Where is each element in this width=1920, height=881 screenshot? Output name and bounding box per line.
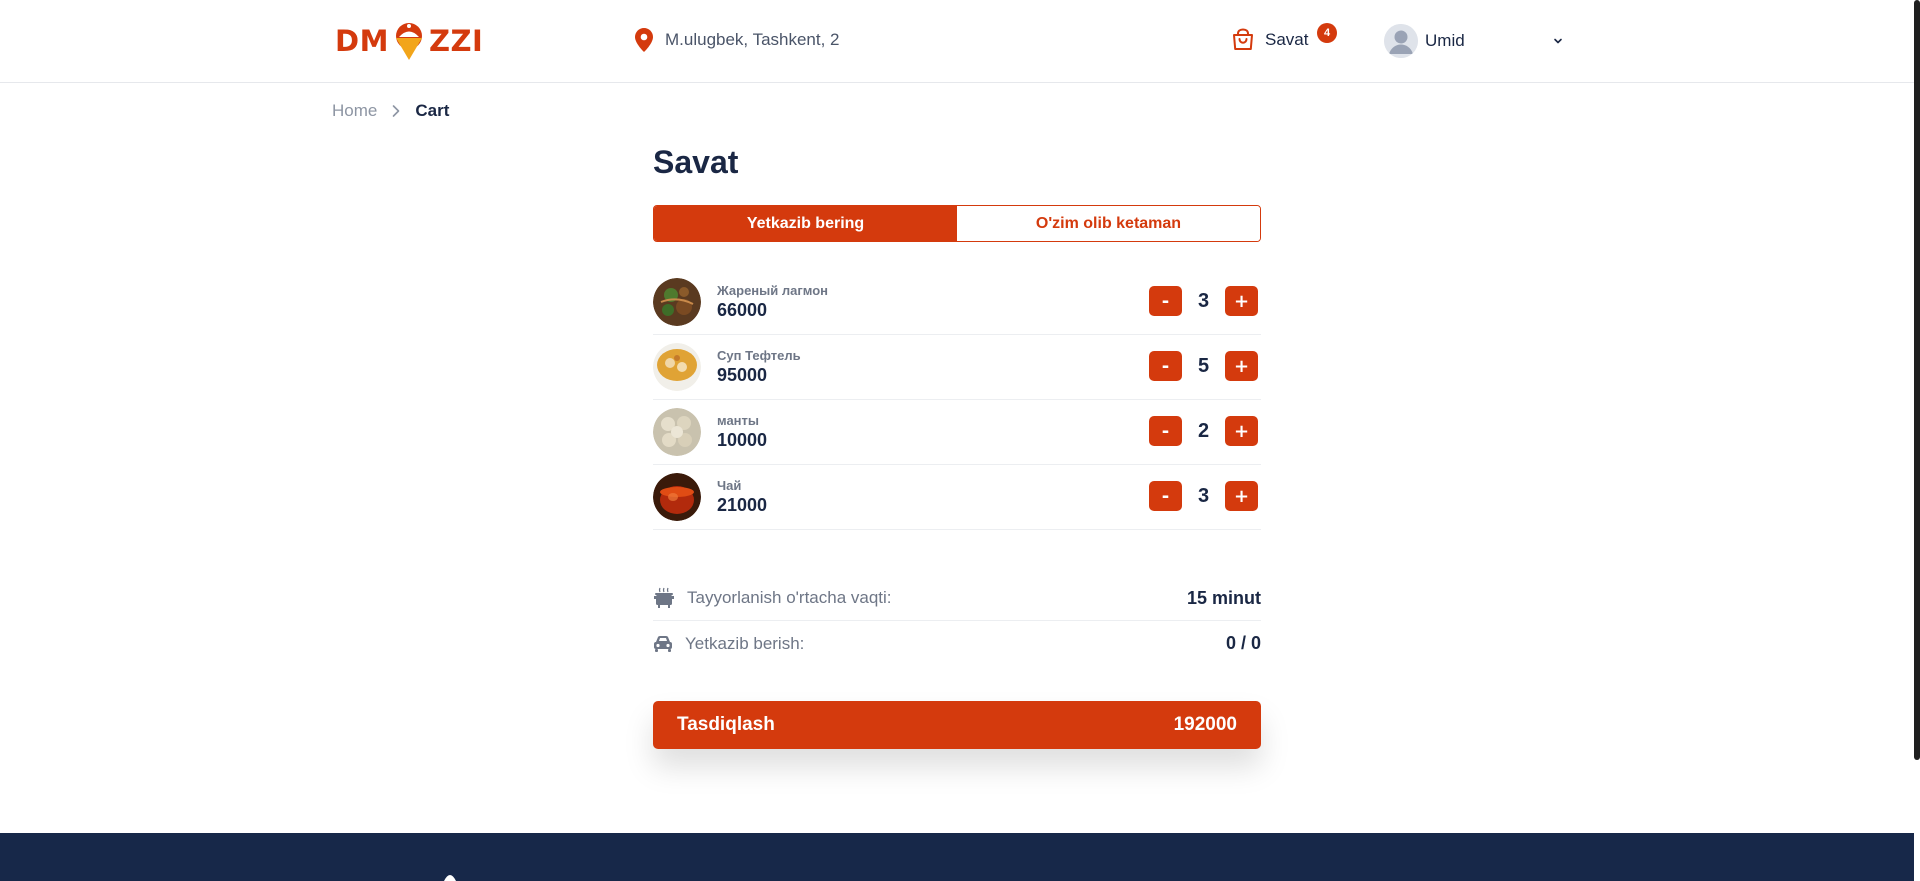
decrease-button[interactable]: - bbox=[1149, 351, 1182, 381]
confirm-label: Tasdiqlash bbox=[677, 714, 775, 735]
page-scrollbar[interactable] bbox=[1914, 0, 1920, 760]
item-price: 10000 bbox=[717, 430, 768, 450]
location-pin-icon bbox=[635, 28, 653, 52]
quantity-stepper: - 3 + bbox=[1149, 481, 1258, 511]
quantity-stepper: - 3 + bbox=[1149, 286, 1258, 316]
footer bbox=[0, 833, 1914, 881]
cart-link[interactable]: Savat 4 bbox=[1231, 23, 1337, 52]
cart-main: Savat Yetkazib bering O'zim olib ketaman… bbox=[653, 142, 1261, 749]
item-price: 66000 bbox=[717, 300, 768, 320]
delivery-tabs: Yetkazib bering O'zim olib ketaman bbox=[653, 205, 1261, 242]
item-price: 21000 bbox=[717, 495, 768, 515]
logo-pin-icon bbox=[395, 23, 422, 60]
decrease-button[interactable]: - bbox=[1149, 481, 1182, 511]
quantity-stepper: - 2 + bbox=[1149, 416, 1258, 446]
increase-button[interactable]: + bbox=[1225, 416, 1258, 446]
avatar bbox=[1384, 24, 1418, 58]
increase-button[interactable]: + bbox=[1225, 351, 1258, 381]
tab-pickup[interactable]: O'zim olib ketaman bbox=[957, 206, 1260, 241]
cart-item: Жареный лагмон 66000 - 3 + bbox=[653, 270, 1261, 335]
logo-text: DM ZZI bbox=[335, 20, 483, 62]
cart-count-badge: 4 bbox=[1317, 23, 1337, 43]
location-text: M.ulugbek, Tashkent, 2 bbox=[665, 30, 840, 49]
cart-item: Чай 21000 - 3 + bbox=[653, 465, 1261, 530]
logo-text-right: ZZI bbox=[428, 24, 484, 58]
chevron-right-icon bbox=[393, 105, 400, 117]
cooking-pot-icon bbox=[654, 587, 674, 608]
item-name: Жареный лагмон bbox=[717, 283, 829, 298]
user-name: Umid bbox=[1425, 31, 1465, 50]
quantity-value: 3 bbox=[1197, 289, 1210, 312]
dish-image bbox=[653, 343, 701, 391]
prep-time-label-group: Tayyorlanish o'rtacha vaqti: bbox=[653, 587, 892, 609]
item-info: Жареный лагмон 66000 bbox=[717, 283, 828, 321]
item-name: Суп Тефтель bbox=[717, 348, 801, 363]
car-icon bbox=[654, 635, 672, 652]
footer-logo-icon bbox=[444, 875, 456, 881]
item-info: манты 10000 bbox=[717, 413, 767, 451]
cart-item: манты 10000 - 2 + bbox=[653, 400, 1261, 465]
breadcrumb-home[interactable]: Home bbox=[332, 101, 377, 121]
logo-text-left: DM bbox=[335, 24, 389, 58]
delivery-label-group: Yetkazib berish: bbox=[653, 634, 804, 654]
dish-image bbox=[653, 473, 701, 521]
decrease-button[interactable]: - bbox=[1149, 286, 1182, 316]
quantity-value: 2 bbox=[1197, 419, 1210, 442]
item-info: Чай 21000 bbox=[717, 478, 767, 516]
top-header: DM ZZI M.ulugbek, Tashkent, 2 Savat 4 Um… bbox=[0, 0, 1914, 83]
decrease-button[interactable]: - bbox=[1149, 416, 1182, 446]
item-name: Чай bbox=[717, 478, 742, 493]
quantity-value: 3 bbox=[1197, 484, 1210, 507]
logo[interactable]: DM ZZI bbox=[335, 20, 483, 62]
dish-image bbox=[653, 278, 701, 326]
delivery-value: 0 / 0 bbox=[1225, 633, 1261, 653]
delivery-row: Yetkazib berish: 0 / 0 bbox=[653, 621, 1261, 666]
order-total: 192000 bbox=[1173, 714, 1237, 735]
item-price: 95000 bbox=[717, 365, 768, 385]
increase-button[interactable]: + bbox=[1225, 286, 1258, 316]
delivery-label: Yetkazib berish: bbox=[685, 633, 805, 653]
prep-time-label: Tayyorlanish o'rtacha vaqti: bbox=[687, 588, 892, 607]
increase-button[interactable]: + bbox=[1225, 481, 1258, 511]
dish-image bbox=[653, 408, 701, 456]
tab-delivery[interactable]: Yetkazib bering bbox=[654, 206, 957, 241]
prep-time-value: 15 minut bbox=[1186, 587, 1261, 608]
shopping-bag-icon bbox=[1233, 28, 1253, 50]
user-menu[interactable]: Umid bbox=[1384, 24, 1564, 58]
confirm-order-button[interactable]: Tasdiqlash 192000 bbox=[653, 701, 1261, 749]
order-summary: Tayyorlanish o'rtacha vaqti: 15 minut Ye… bbox=[653, 576, 1261, 666]
item-info: Суп Тефтель 95000 bbox=[717, 348, 801, 386]
user-avatar-icon bbox=[1384, 24, 1418, 58]
delivery-location[interactable]: M.ulugbek, Tashkent, 2 bbox=[635, 28, 840, 52]
item-name: манты bbox=[717, 413, 759, 428]
cart-item: Суп Тефтель 95000 - 5 + bbox=[653, 335, 1261, 400]
quantity-value: 5 bbox=[1197, 354, 1210, 377]
prep-time-row: Tayyorlanish o'rtacha vaqti: 15 minut bbox=[653, 576, 1261, 621]
cart-label: Savat bbox=[1265, 30, 1309, 49]
chevron-down-icon[interactable] bbox=[1552, 35, 1564, 47]
cart-items-list: Жареный лагмон 66000 - 3 + Суп Тефтель 9… bbox=[653, 270, 1261, 530]
breadcrumb: Home Cart bbox=[332, 101, 449, 121]
page-title: Savat bbox=[653, 144, 739, 180]
quantity-stepper: - 5 + bbox=[1149, 351, 1258, 381]
breadcrumb-current: Cart bbox=[415, 101, 450, 120]
